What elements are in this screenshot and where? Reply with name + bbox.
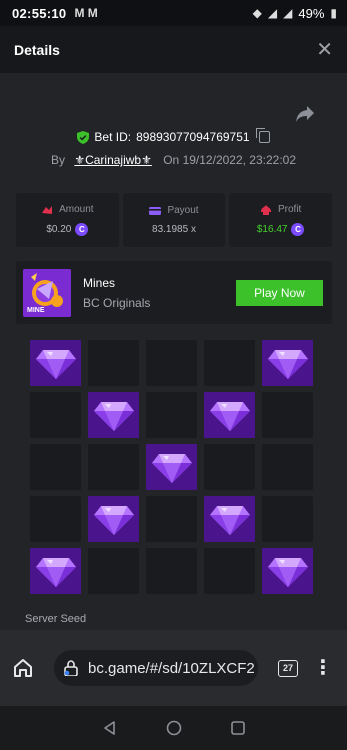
gem-tile [262, 548, 313, 594]
coin-icon: C [291, 223, 305, 236]
gem-tile [88, 392, 139, 438]
payout-label: Payout [167, 205, 199, 216]
signal-icon: ◢ [267, 6, 278, 20]
gem-icon [35, 350, 76, 379]
board-tile [204, 340, 255, 386]
page-title: Details [14, 41, 60, 58]
amount-label: Amount [59, 204, 94, 215]
share-icon[interactable] [295, 105, 315, 123]
gem-icon [209, 402, 250, 431]
gem-icon [93, 402, 134, 431]
details-header: Details ✕ [0, 26, 347, 73]
gem-tile [204, 496, 255, 542]
play-now-button[interactable]: Play Now [236, 279, 323, 306]
game-card: MINE Mines BC Originals Play Now [16, 261, 332, 324]
gem-tile [262, 340, 313, 386]
system-nav-bar [0, 706, 347, 750]
lock-icon[interactable] [64, 660, 78, 676]
gem-tile [146, 444, 197, 490]
bet-id-row: Bet ID: 89893077094769751 [0, 128, 347, 144]
clock: 02:55:10 [12, 5, 67, 21]
mines-board [30, 340, 315, 594]
gem-icon [35, 558, 76, 587]
wifi-icon: ◆ [252, 6, 262, 20]
close-icon[interactable]: ✕ [316, 40, 333, 60]
board-tile [30, 444, 81, 490]
board-tile [262, 444, 313, 490]
board-tile [88, 340, 139, 386]
bet-id-value: 89893077094769751 [136, 130, 250, 144]
profit-value: $16.47 [256, 224, 288, 235]
more-menu-icon[interactable]: ⋮ [313, 658, 333, 678]
battery-icon: ▮ [330, 6, 337, 20]
bet-date: 19/12/2022, 23:22:02 [182, 153, 297, 167]
coin-icon: C [75, 223, 89, 236]
thumbnail-label: MINE [27, 306, 45, 314]
stat-amount: Amount $0.20 C [16, 193, 119, 247]
stat-payout: Payout 83.1985 x [122, 193, 226, 247]
board-tile [88, 548, 139, 594]
home-icon[interactable] [12, 657, 34, 679]
payout-value: 83.1985 x [152, 224, 196, 235]
browser-toolbar: bc.game/#/sd/10ZLXCF2 27 ⋮ [0, 630, 347, 706]
address-bar[interactable]: bc.game/#/sd/10ZLXCF2 [54, 650, 258, 686]
battery-percent: 49% [298, 5, 325, 21]
gem-icon [267, 558, 308, 587]
tab-switcher-button[interactable]: 27 [278, 659, 298, 677]
home-nav-icon[interactable] [166, 720, 182, 736]
board-tile [146, 392, 197, 438]
gem-tile [30, 340, 81, 386]
board-tile [30, 392, 81, 438]
on-label: On [163, 153, 180, 167]
mines-game-thumbnail: MINE [23, 268, 71, 317]
gem-tile [204, 392, 255, 438]
board-tile [30, 496, 81, 542]
bet-byline: By ⚜Carinajiwb⚜ On 19/12/2022, 23:22:02 [0, 153, 347, 167]
board-tile [204, 548, 255, 594]
bet-details-panel: Bet ID: 89893077094769751 By ⚜Carinajiwb… [0, 73, 347, 630]
back-icon[interactable] [102, 720, 118, 736]
game-name: Mines [83, 275, 116, 290]
status-bar: 02:55:10 M M ◆ ◢ ◢ 49% ▮ [0, 0, 347, 26]
gem-icon [93, 506, 134, 535]
recents-icon[interactable] [230, 720, 246, 736]
gem-icon [267, 350, 308, 379]
payout-icon [149, 206, 162, 215]
board-tile [88, 444, 139, 490]
gem-icon [209, 506, 250, 535]
amount-icon [42, 205, 53, 214]
board-tile [146, 496, 197, 542]
server-seed-label: Server Seed [25, 613, 87, 625]
profit-icon [261, 204, 271, 215]
gmail-notification-icons: M M [74, 6, 98, 20]
username-link[interactable]: ⚜Carinajiwb⚜ [74, 153, 152, 167]
board-tile [262, 496, 313, 542]
status-icons: ◆ ◢ ◢ 49% ▮ [253, 6, 337, 21]
by-label: By [50, 153, 65, 167]
board-tile [146, 340, 197, 386]
shield-check-icon [77, 130, 90, 144]
board-tile [146, 548, 197, 594]
gem-tile [30, 548, 81, 594]
bet-id-label: Bet ID: [94, 130, 132, 144]
gem-tile [88, 496, 139, 542]
copy-icon[interactable] [255, 128, 270, 143]
board-tile [204, 444, 255, 490]
gem-icon [151, 454, 192, 483]
url-text: bc.game/#/sd/10ZLXCF2 [88, 659, 255, 677]
amount-value: $0.20 [46, 224, 72, 235]
bet-stats: Amount $0.20 C Payout 83.1985 x Profit $… [16, 193, 333, 247]
game-provider: BC Originals [83, 295, 151, 310]
signal-2-icon: ◢ [283, 6, 293, 20]
profit-label: Profit [278, 204, 302, 215]
stat-profit: Profit $16.47 C [229, 193, 333, 247]
board-tile [262, 392, 313, 438]
